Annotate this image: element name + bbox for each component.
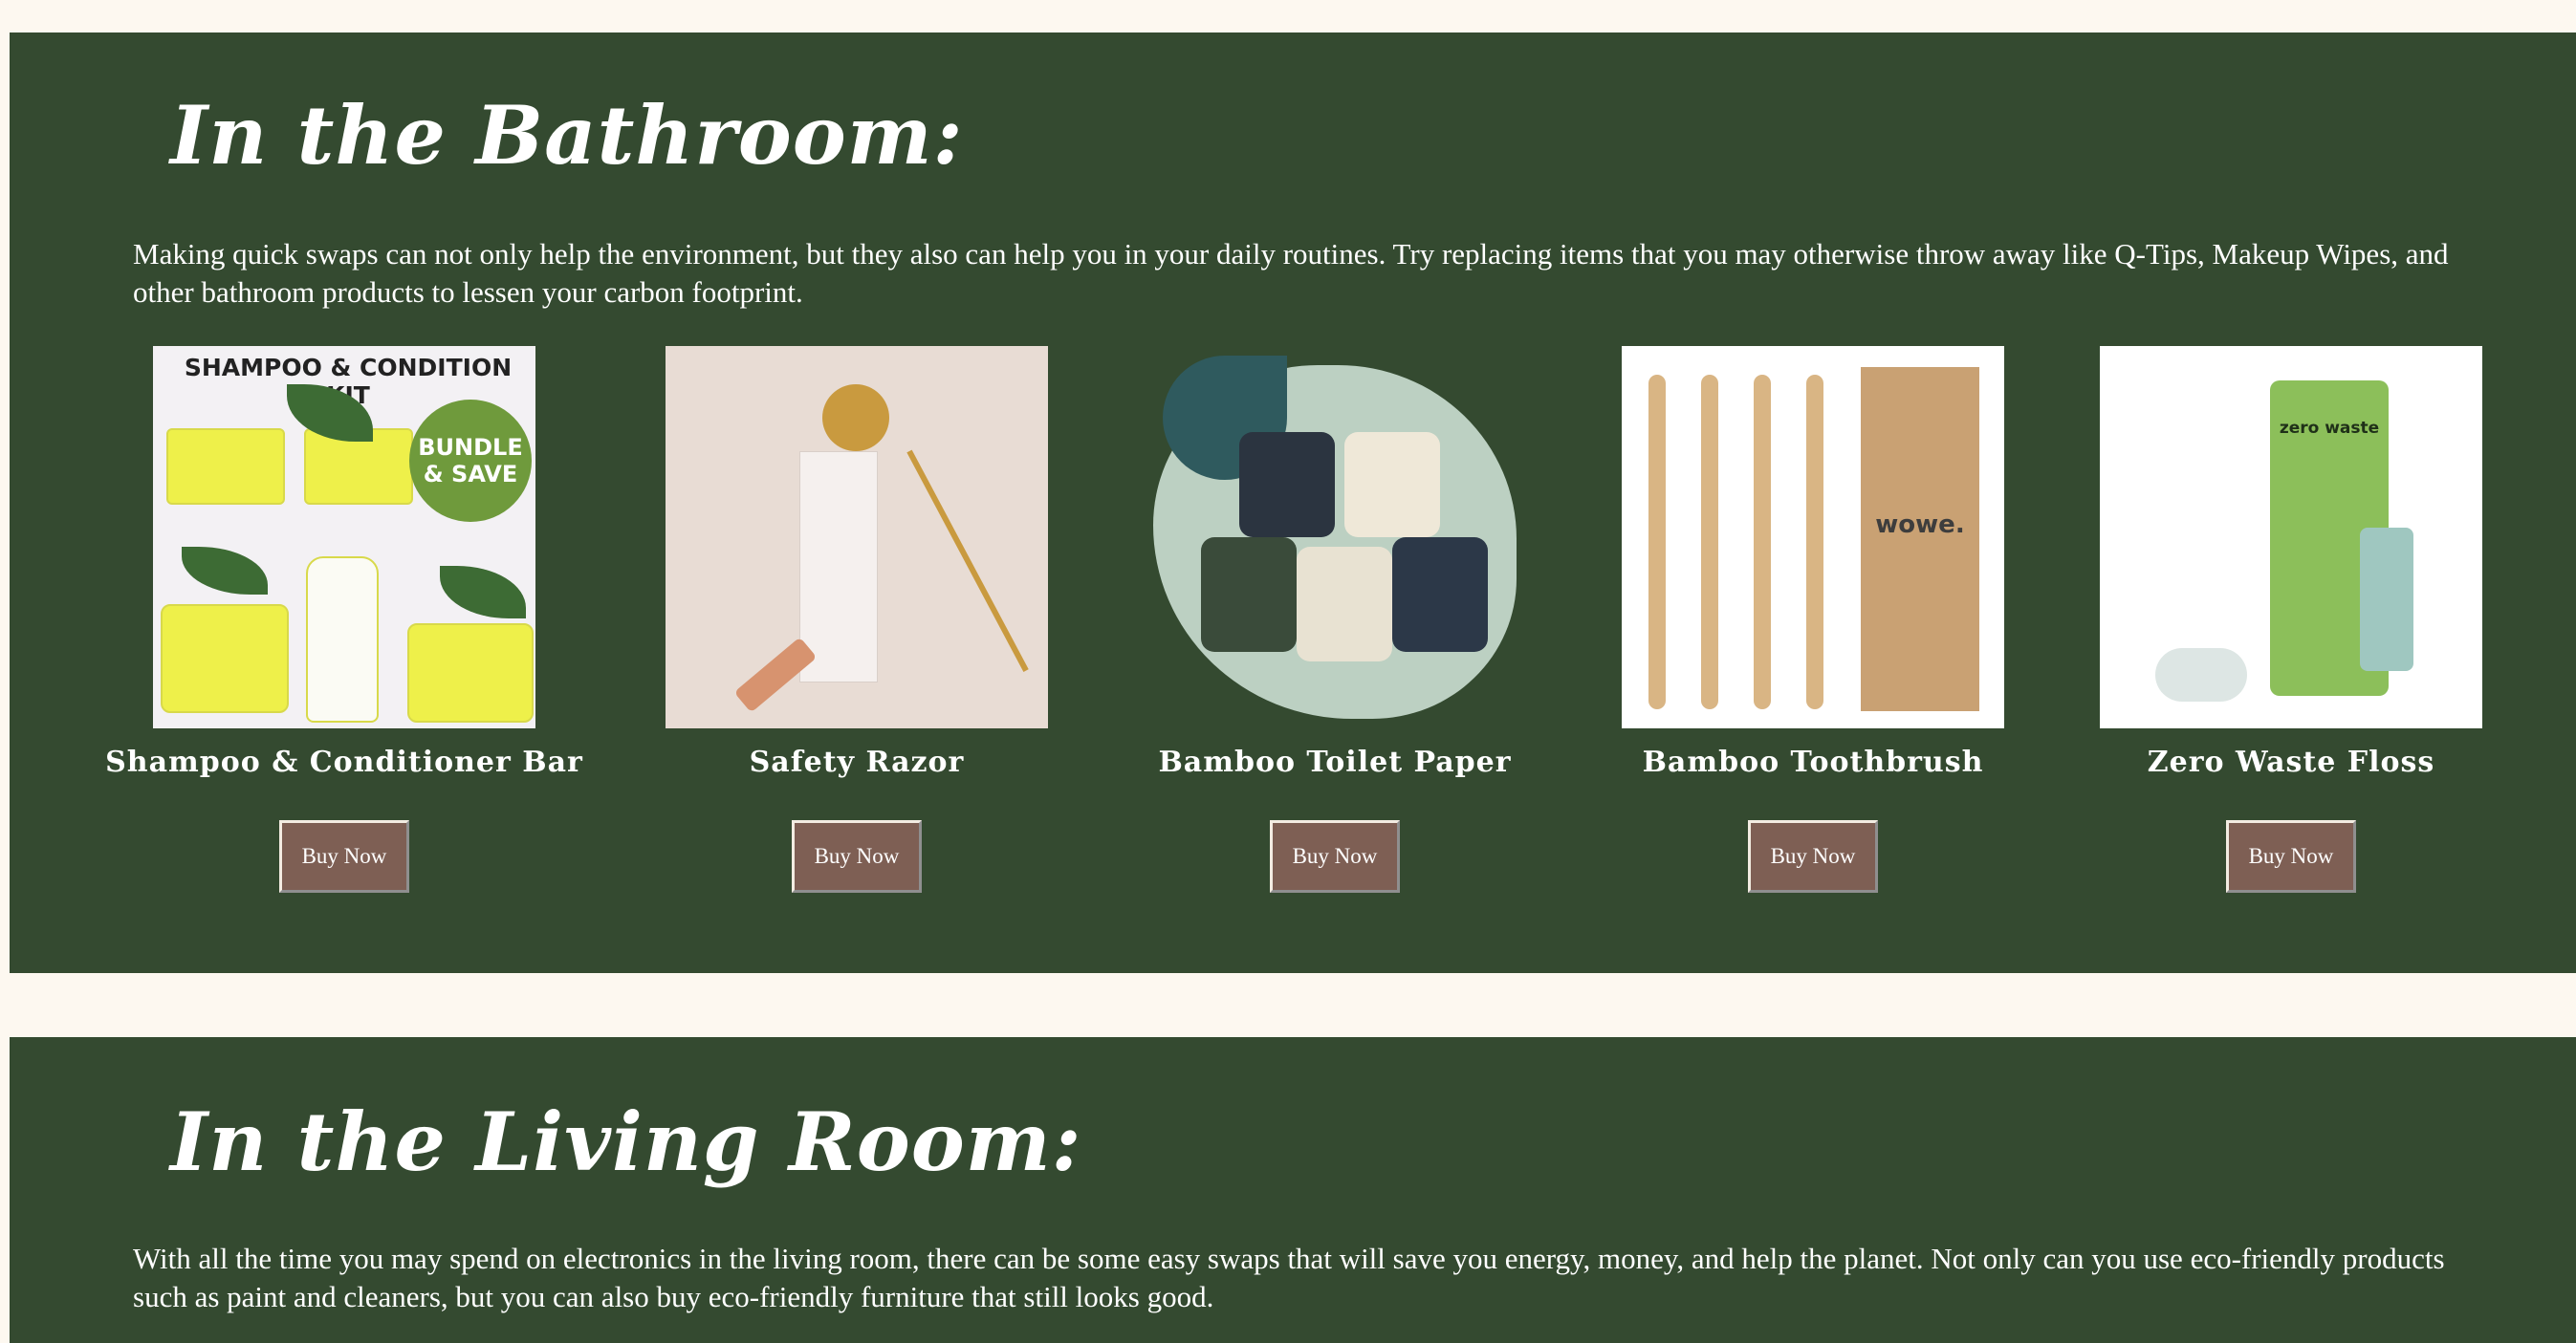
living-room-description: With all the time you may spend on elect… (133, 1242, 2445, 1313)
buy-now-button[interactable]: Buy Now (792, 820, 922, 893)
living-room-section: In the Living Room: With all the time yo… (10, 1037, 2576, 1343)
floss-brand: zero waste (2279, 419, 2380, 438)
product-name: Bamboo Toothbrush (1642, 746, 1984, 779)
bamboo-toothbrush-image[interactable]: wowe. (1622, 346, 2004, 728)
bathroom-description: Making quick swaps can not only help the… (133, 237, 2449, 309)
toothbrush-image (1701, 375, 1718, 709)
product-name: Bamboo Toilet Paper (1158, 746, 1512, 779)
buy-now-button[interactable]: Buy Now (279, 820, 409, 893)
toilet-roll-image (1201, 537, 1297, 652)
gold-rose-image (822, 384, 889, 451)
toothbrush-image (1806, 375, 1823, 709)
leaf-decoration (440, 566, 526, 618)
buy-now-button[interactable]: Buy Now (1748, 820, 1878, 893)
product-card-shampoo: SHAMPOO & CONDITION KIT BUNDLE & SAVE Sh… (105, 346, 583, 893)
buy-now-button[interactable]: Buy Now (1270, 820, 1400, 893)
razor-box-image (799, 451, 878, 682)
leaf-decoration (182, 547, 268, 595)
zero-waste-floss-image[interactable]: zero waste (2100, 346, 2482, 728)
product-name: Shampoo & Conditioner Bar (105, 746, 583, 779)
product-name: Zero Waste Floss (2147, 746, 2435, 779)
hair-mask-tub-image (407, 623, 534, 723)
product-name: Safety Razor (749, 746, 965, 779)
bundle-badge: BUNDLE & SAVE (409, 400, 532, 522)
bathroom-heading: In the Bathroom: (170, 88, 964, 183)
conditioner-bottle-image (306, 556, 379, 723)
toilet-paper-image[interactable] (1144, 346, 1526, 728)
conditioner-tub-image (161, 604, 289, 713)
toilet-roll-image (1239, 432, 1335, 537)
toilet-roll-image (1297, 547, 1392, 661)
toothbrush-box-image: wowe. (1861, 367, 1979, 711)
floss-spool-image (2155, 648, 2247, 702)
toilet-roll-image (1344, 432, 1440, 537)
product-card-toilet-paper: Bamboo Toilet Paper Buy Now (1096, 346, 1574, 893)
bathroom-section: In the Bathroom: Making quick swaps can … (10, 32, 2576, 973)
safety-razor-image[interactable] (666, 346, 1048, 728)
toothbrush-image (1648, 375, 1666, 709)
shampoo-kit-image[interactable]: SHAMPOO & CONDITION KIT BUNDLE & SAVE (153, 346, 535, 728)
toothbrush-image (1754, 375, 1771, 709)
toilet-roll-image (1392, 537, 1488, 652)
product-card-floss: zero waste Zero Waste Floss Buy Now (2052, 346, 2530, 893)
buy-now-button[interactable]: Buy Now (2226, 820, 2356, 893)
box-brand: wowe. (1875, 510, 1965, 539)
shampoo-bar-image (166, 428, 285, 505)
product-card-toothbrush: wowe. Bamboo Toothbrush Buy Now (1574, 346, 2052, 893)
floss-container-image (2360, 528, 2413, 671)
rose-stem-image (906, 449, 1029, 672)
product-card-razor: Safety Razor Buy Now (618, 346, 1096, 893)
living-room-heading: In the Living Room: (170, 1094, 1082, 1189)
